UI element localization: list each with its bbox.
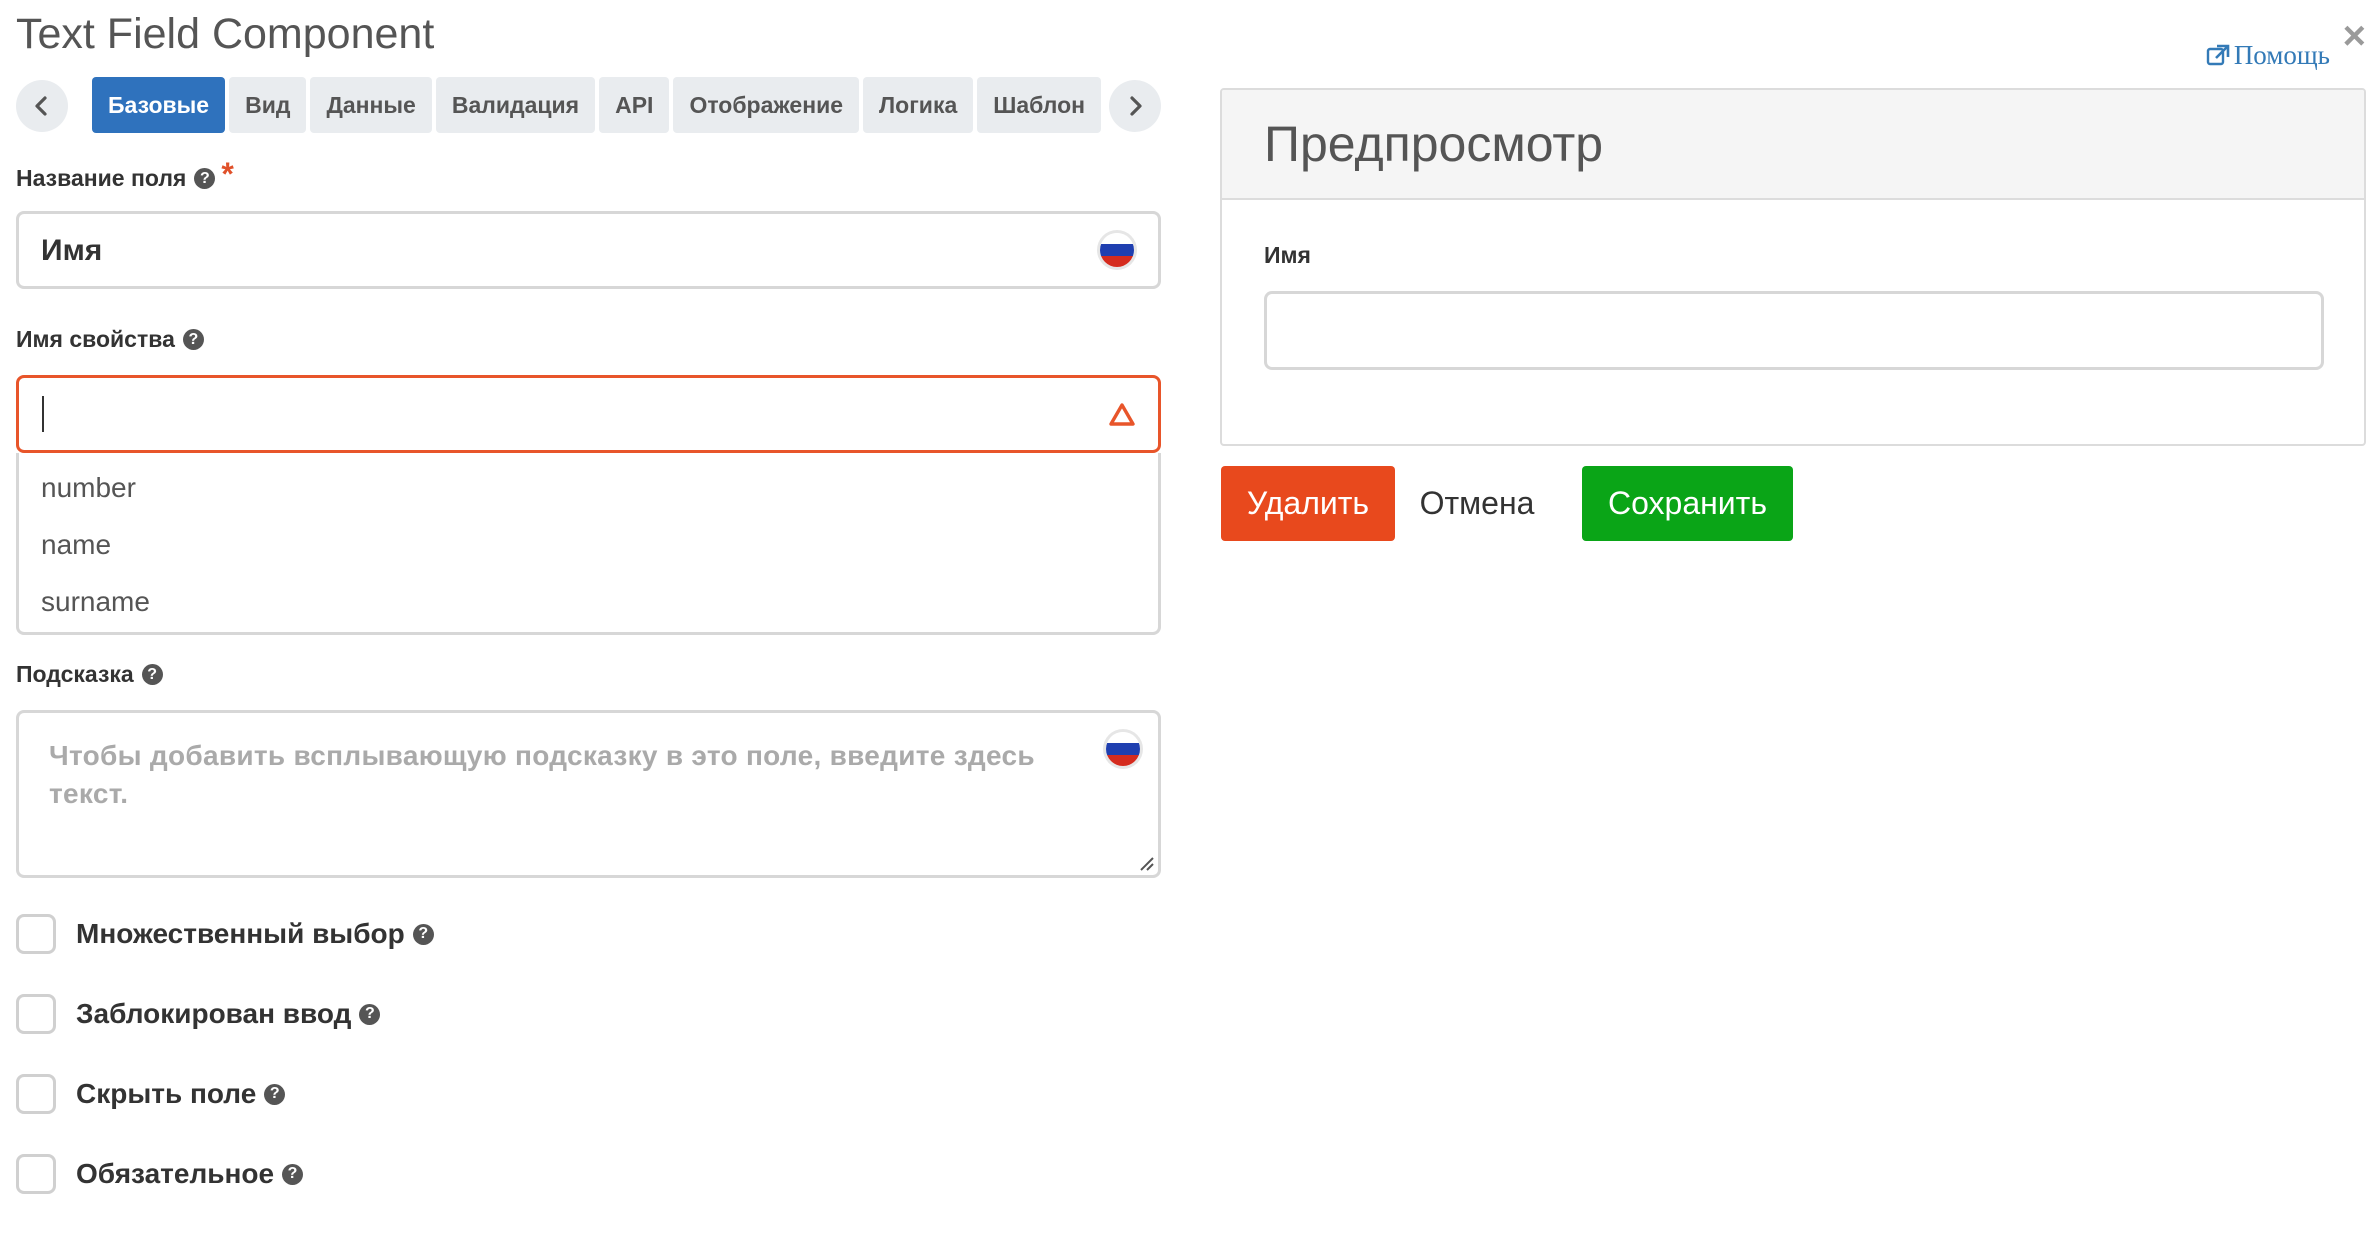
suggestion-number[interactable]: number: [19, 459, 1158, 516]
preview-panel: Предпросмотр Имя: [1220, 88, 2366, 446]
field-name-label: Название поля ? *: [16, 156, 234, 197]
field-name-label-text: Название поля: [16, 165, 187, 191]
checkbox-required[interactable]: Обязательное ?: [16, 1154, 304, 1194]
delete-button[interactable]: Удалить: [1221, 466, 1395, 541]
external-link-icon: [2206, 44, 2230, 65]
suggestion-surname[interactable]: surname: [19, 573, 1158, 630]
resize-handle-icon[interactable]: [1135, 852, 1155, 872]
property-name-label-text: Имя свойства: [16, 326, 175, 352]
tab-validation[interactable]: Валидация: [435, 77, 596, 133]
checkbox-disabled-label: Заблокирован ввод: [76, 998, 352, 1029]
cancel-button[interactable]: Отмена: [1407, 466, 1547, 541]
save-button[interactable]: Сохранить: [1582, 466, 1793, 541]
tooltip-textarea[interactable]: Чтобы добавить всплывающую подсказку в э…: [16, 710, 1161, 878]
checkbox-box[interactable]: [16, 994, 56, 1034]
tab-view[interactable]: Вид: [229, 77, 307, 133]
property-name-suggestions: number name surname: [16, 453, 1161, 635]
russian-flag-icon[interactable]: [1100, 233, 1134, 267]
help-link-label: Помощь: [2233, 40, 2330, 70]
preview-title: Предпросмотр: [1222, 90, 2364, 200]
tabs-scroll-left-button[interactable]: [16, 80, 68, 132]
tab-api[interactable]: API: [599, 77, 670, 133]
property-name-input[interactable]: [16, 375, 1161, 453]
text-cursor: [42, 396, 44, 432]
tab-bar: Базовые Вид Данные Валидация API Отображ…: [16, 77, 1161, 135]
tab-display[interactable]: Отображение: [673, 77, 860, 133]
tooltip-label-text: Подсказка: [16, 661, 134, 687]
tab-template[interactable]: Шаблон: [977, 77, 1102, 133]
checkbox-multiple[interactable]: Множественный выбор ?: [16, 914, 434, 954]
checkbox-required-label: Обязательное: [76, 1158, 275, 1189]
field-name-value: Имя: [41, 234, 103, 267]
warning-triangle-icon: [1109, 403, 1135, 426]
tooltip-placeholder: Чтобы добавить всплывающую подсказку в э…: [49, 740, 1035, 809]
tab-logic[interactable]: Логика: [863, 77, 974, 133]
required-asterisk: *: [221, 156, 234, 192]
help-link[interactable]: Помощь: [2206, 40, 2330, 71]
checkbox-box[interactable]: [16, 1074, 56, 1114]
question-circle-icon[interactable]: ?: [282, 1163, 304, 1185]
modal-title: Text Field Component: [16, 10, 435, 58]
checkbox-hidden[interactable]: Скрыть поле ?: [16, 1074, 286, 1114]
tab-basic[interactable]: Базовые: [92, 77, 226, 133]
preview-text-input[interactable]: [1264, 291, 2324, 370]
checkbox-box[interactable]: [16, 1154, 56, 1194]
tab-data[interactable]: Данные: [310, 77, 432, 133]
question-circle-icon[interactable]: ?: [194, 168, 216, 189]
property-name-label: Имя свойства ?: [16, 326, 204, 353]
tooltip-label: Подсказка ?: [16, 661, 163, 688]
close-icon[interactable]: ×: [2343, 16, 2366, 56]
checkbox-disabled[interactable]: Заблокирован ввод ?: [16, 994, 381, 1034]
question-circle-icon[interactable]: ?: [182, 329, 204, 350]
checkbox-hidden-label: Скрыть поле: [76, 1078, 257, 1109]
checkbox-box[interactable]: [16, 914, 56, 954]
question-circle-icon[interactable]: ?: [264, 1083, 286, 1105]
preview-field-label: Имя: [1264, 242, 1311, 268]
tabs-viewport: Базовые Вид Данные Валидация API Отображ…: [92, 77, 1115, 135]
tabs-scroll-right-button[interactable]: [1109, 80, 1161, 132]
russian-flag-icon[interactable]: [1106, 732, 1140, 766]
question-circle-icon[interactable]: ?: [359, 1003, 381, 1025]
checkbox-multiple-label: Множественный выбор: [76, 918, 405, 949]
suggestion-name[interactable]: name: [19, 516, 1158, 573]
question-circle-icon[interactable]: ?: [412, 923, 434, 945]
question-circle-icon[interactable]: ?: [141, 664, 163, 685]
chevron-right-icon: [1130, 96, 1142, 116]
chevron-left-icon: [35, 96, 47, 116]
field-name-input[interactable]: Имя: [16, 211, 1161, 289]
